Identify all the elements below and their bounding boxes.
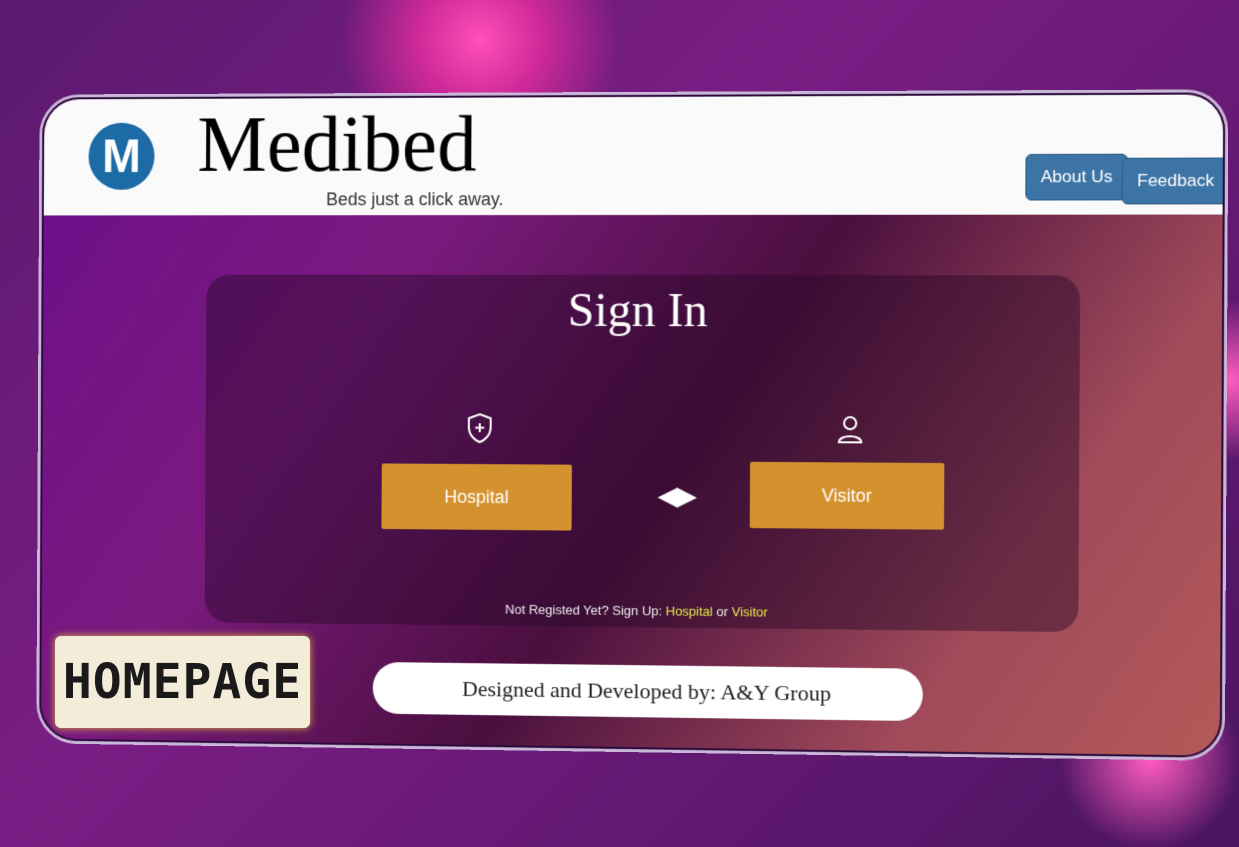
homepage-stamp: HOMEPAGE <box>55 636 310 728</box>
header: M Medibed Beds just a click away. About … <box>43 94 1226 216</box>
signin-panel: Sign In Hospital ◀ ▶ Visitor Not Registe… <box>204 274 1081 633</box>
logo-letter: M <box>101 130 142 183</box>
signin-title: Sign In <box>567 283 708 338</box>
tagline: Beds just a click away. <box>326 189 504 210</box>
visitor-signin-button[interactable]: Visitor <box>749 461 945 530</box>
signup-hospital-link[interactable]: Hospital <box>666 603 713 619</box>
brand-name: Medibed <box>197 100 477 189</box>
shield-plus-icon <box>466 412 494 451</box>
signup-prefix: Not Registed Yet? Sign Up: <box>505 601 666 619</box>
logo-stethoscope-icon: M <box>88 122 155 190</box>
signup-or: or <box>712 603 732 620</box>
about-us-button[interactable]: About Us <box>1025 153 1128 201</box>
signup-note: Not Registed Yet? Sign Up: Hospital or V… <box>205 599 1079 623</box>
footer-credit: Designed and Developed by: A&Y Group <box>372 661 923 722</box>
feedback-button[interactable]: Feedback <box>1121 157 1226 205</box>
user-icon <box>836 414 865 451</box>
signup-visitor-link[interactable]: Visitor <box>732 604 768 619</box>
hospital-signin-button[interactable]: Hospital <box>381 463 572 531</box>
left-right-arrows-icon: ◀ ▶ <box>657 480 693 511</box>
